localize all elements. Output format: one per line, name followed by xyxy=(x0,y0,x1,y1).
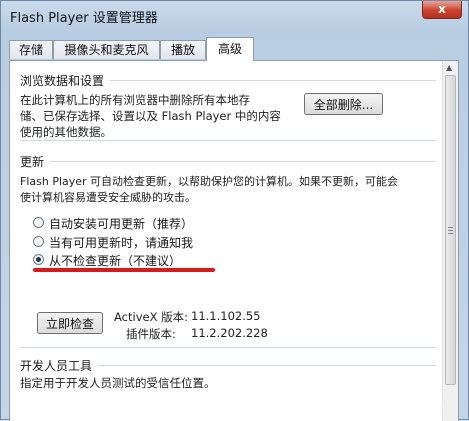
flash-settings-window: Flash Player 设置管理器 x 存储 摄像头和麦克风 播放 高级 浏览… xyxy=(0,0,469,421)
watermark-url: jingyan.baidu.com xyxy=(360,402,444,411)
tab-label: 存储 xyxy=(18,43,43,57)
radio-button[interactable] xyxy=(33,236,44,247)
section-divider xyxy=(98,365,436,366)
tab-camera-mic[interactable]: 摄像头和麦克风 xyxy=(53,40,160,59)
plugin-version-value: 11.2.202.228 xyxy=(191,326,268,340)
section-divider xyxy=(20,140,436,141)
window-title: Flash Player 设置管理器 xyxy=(10,11,158,26)
section-divider xyxy=(110,80,436,81)
tab-label: 高级 xyxy=(217,42,242,56)
scroll-up-icon[interactable]: ▲ xyxy=(446,63,452,72)
grip-line xyxy=(448,227,453,228)
grip-line xyxy=(448,233,453,234)
scroll-thumb[interactable] xyxy=(445,75,456,385)
check-now-button[interactable]: 立即检查 xyxy=(37,312,103,334)
developer-description: 指定用于开发人员测试的受信任位置。 xyxy=(20,376,216,390)
description-line: 使计算机容易遭受安全威胁的攻击。 xyxy=(20,191,196,204)
close-icon: x xyxy=(438,2,446,16)
description-line: 储、已保存选择、设置以及 Flash Player 中的内容 xyxy=(20,109,281,123)
tab-label: 播放 xyxy=(170,43,195,57)
annotation-underline xyxy=(33,268,215,272)
updates-description: Flash Player 可自动检查更新，以帮助保护您的计算机。如果不更新，可能… xyxy=(20,174,440,206)
tab-storage[interactable]: 存储 xyxy=(9,40,53,59)
section-divider xyxy=(50,161,436,162)
activex-version-value: 11.1.102.55 xyxy=(191,309,261,323)
tab-playback[interactable]: 播放 xyxy=(160,40,206,59)
description-line: 在此计算机上的所有浏览器中删除所有本地存 xyxy=(20,93,250,107)
radio-label: 从不检查更新（不建议） xyxy=(49,254,182,268)
baidu-watermark: Baidu经验 jingyan.baidu.com xyxy=(338,383,458,413)
advanced-panel: 浏览数据和设置 在此计算机上的所有浏览器中删除所有本地存 储、已保存选择、设置以… xyxy=(9,60,459,421)
delete-all-button[interactable]: 全部删除... xyxy=(304,93,383,115)
vertical-scrollbar[interactable]: ▲ xyxy=(442,61,458,421)
close-button[interactable]: x xyxy=(422,1,462,19)
tab-advanced[interactable]: 高级 xyxy=(206,37,254,61)
description-line: Flash Player 可自动检查更新，以帮助保护您的计算机。如果不更新，可能… xyxy=(20,175,399,188)
developer-section-title: 开发人员工具 xyxy=(20,359,93,373)
activex-version-label: ActiveX 版本: xyxy=(114,310,188,324)
tab-label: 摄像头和麦克风 xyxy=(64,43,149,57)
radio-label: 当有可用更新时，请通知我 xyxy=(49,236,194,250)
radio-label: 自动安装可用更新（推荐） xyxy=(49,217,194,231)
browse-section-title: 浏览数据和设置 xyxy=(20,74,105,88)
grip-line xyxy=(448,230,453,231)
updates-section-title: 更新 xyxy=(20,155,45,169)
radio-button[interactable] xyxy=(33,217,44,228)
radio-button-selected[interactable] xyxy=(33,254,44,265)
plugin-version-label: 插件版本: xyxy=(126,327,176,341)
description-line: 使用的其他数据。 xyxy=(20,125,112,139)
section-divider xyxy=(20,347,436,348)
browse-description: 在此计算机上的所有浏览器中删除所有本地存 储、已保存选择、设置以及 Flash … xyxy=(20,92,310,140)
title-bar[interactable]: Flash Player 设置管理器 x xyxy=(1,1,468,31)
